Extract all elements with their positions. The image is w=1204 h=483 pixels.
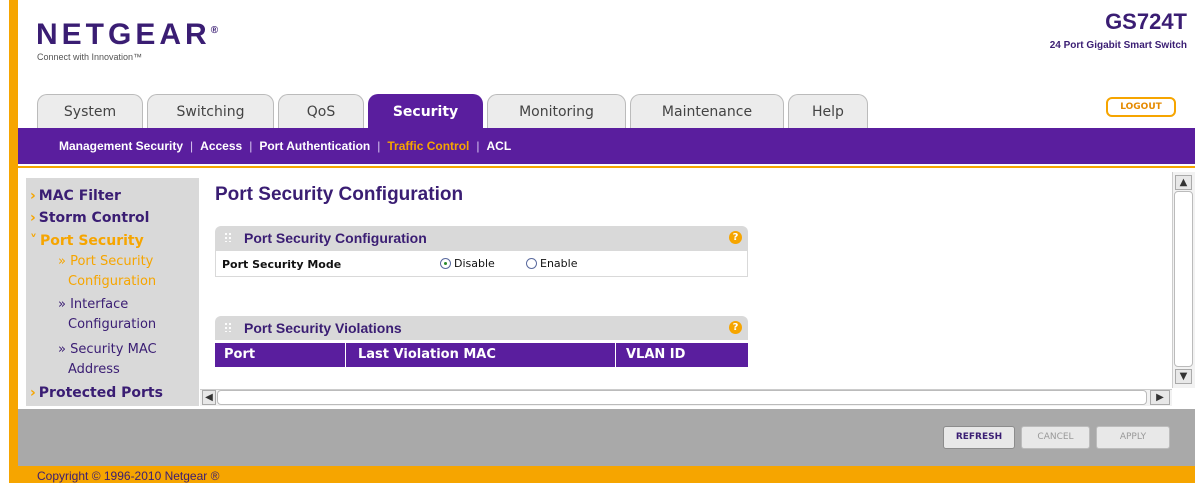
subnav-separator: | [377,139,381,153]
radio-disable[interactable]: Disable [440,257,495,270]
sidebar-item-security-mac-address[interactable]: » Security MAC Address [58,340,157,380]
netgear-logo: NETGEAR® [36,18,223,51]
copyright-footer: Copyright © 1996-2010 Netgear ® [37,469,220,483]
scroll-left-icon[interactable]: ◀ [202,390,216,405]
subnav-management-security[interactable]: Management Security [59,139,183,153]
model-subtitle: 24 Port Gigabit Smart Switch [1049,40,1187,51]
column-divider [345,343,346,367]
page-title: Port Security Configuration [215,184,464,205]
subnav-traffic-control[interactable]: Traffic Control [387,139,469,153]
subnav-separator: | [249,139,253,153]
tab-security[interactable]: Security [368,94,483,128]
chevron-right-icon: › [30,188,36,204]
help-icon[interactable]: ? [729,321,742,334]
apply-button[interactable]: APPLY [1096,426,1170,449]
port-security-mode-label: Port Security Mode [222,258,342,271]
tab-switching[interactable]: Switching [147,94,274,128]
tab-qos[interactable]: QoS [278,94,364,128]
button-bar [18,409,1195,466]
sidebar-item-interface-configuration[interactable]: » Interface Configuration [58,295,156,335]
column-header-port[interactable]: Port [224,347,255,362]
sidebar-item-protected-ports[interactable]: › Protected Ports [30,383,163,403]
scroll-right-icon[interactable]: ▶ [1150,390,1170,405]
column-divider [615,343,616,367]
radio-enable[interactable]: Enable [526,257,577,270]
violations-panel-title: Port Security Violations [244,320,402,336]
drag-grip-icon [224,232,232,242]
sidebar-item-storm-control[interactable]: › Storm Control [30,208,149,228]
subnav-separator: | [476,139,480,153]
radio-unselected-icon [526,258,537,269]
subnav-separator: | [190,139,194,153]
drag-grip-icon [224,322,232,332]
tagline: Connect with Innovation™ [37,52,143,62]
radio-selected-icon [440,258,451,269]
chevron-right-icon: › [30,385,36,401]
chevron-right-icon: › [30,210,36,226]
column-header-vlan-id[interactable]: VLAN ID [626,347,685,362]
subnav-acl[interactable]: ACL [487,139,512,153]
vertical-scroll-thumb[interactable] [1174,191,1193,367]
horizontal-scroll-thumb[interactable] [217,390,1147,405]
sidebar-item-mac-filter[interactable]: › MAC Filter [30,186,121,206]
column-header-last-violation-mac[interactable]: Last Violation MAC [358,347,496,362]
tab-system[interactable]: System [37,94,143,128]
subnav-access[interactable]: Access [200,139,242,153]
refresh-button[interactable]: REFRESH [943,426,1015,449]
config-panel-header: Port Security Configuration ? [215,226,748,250]
tab-monitoring[interactable]: Monitoring [487,94,626,128]
config-panel-title: Port Security Configuration [244,230,427,246]
chevron-down-icon: ˅ [30,233,37,249]
scroll-down-icon[interactable]: ▼ [1175,369,1192,384]
subnav-port-authentication[interactable]: Port Authentication [259,139,370,153]
violations-table-header: Port Last Violation MAC VLAN ID [215,343,748,367]
sidebar-item-port-security[interactable]: ˅ Port Security [30,231,144,251]
violations-panel-header: Port Security Violations ? [215,316,748,340]
scroll-up-icon[interactable]: ▲ [1175,175,1192,190]
help-icon[interactable]: ? [729,231,742,244]
sub-navigation: Management Security | Access | Port Authenti… [18,128,1195,164]
model-name: GS724T [1105,9,1187,34]
cancel-button[interactable]: CANCEL [1021,426,1090,449]
logout-button[interactable]: LOGOUT [1106,97,1176,117]
tab-help[interactable]: Help [788,94,868,128]
tab-maintenance[interactable]: Maintenance [630,94,784,128]
sidebar-item-port-security-configuration[interactable]: » Port Security Configuration [58,252,156,292]
